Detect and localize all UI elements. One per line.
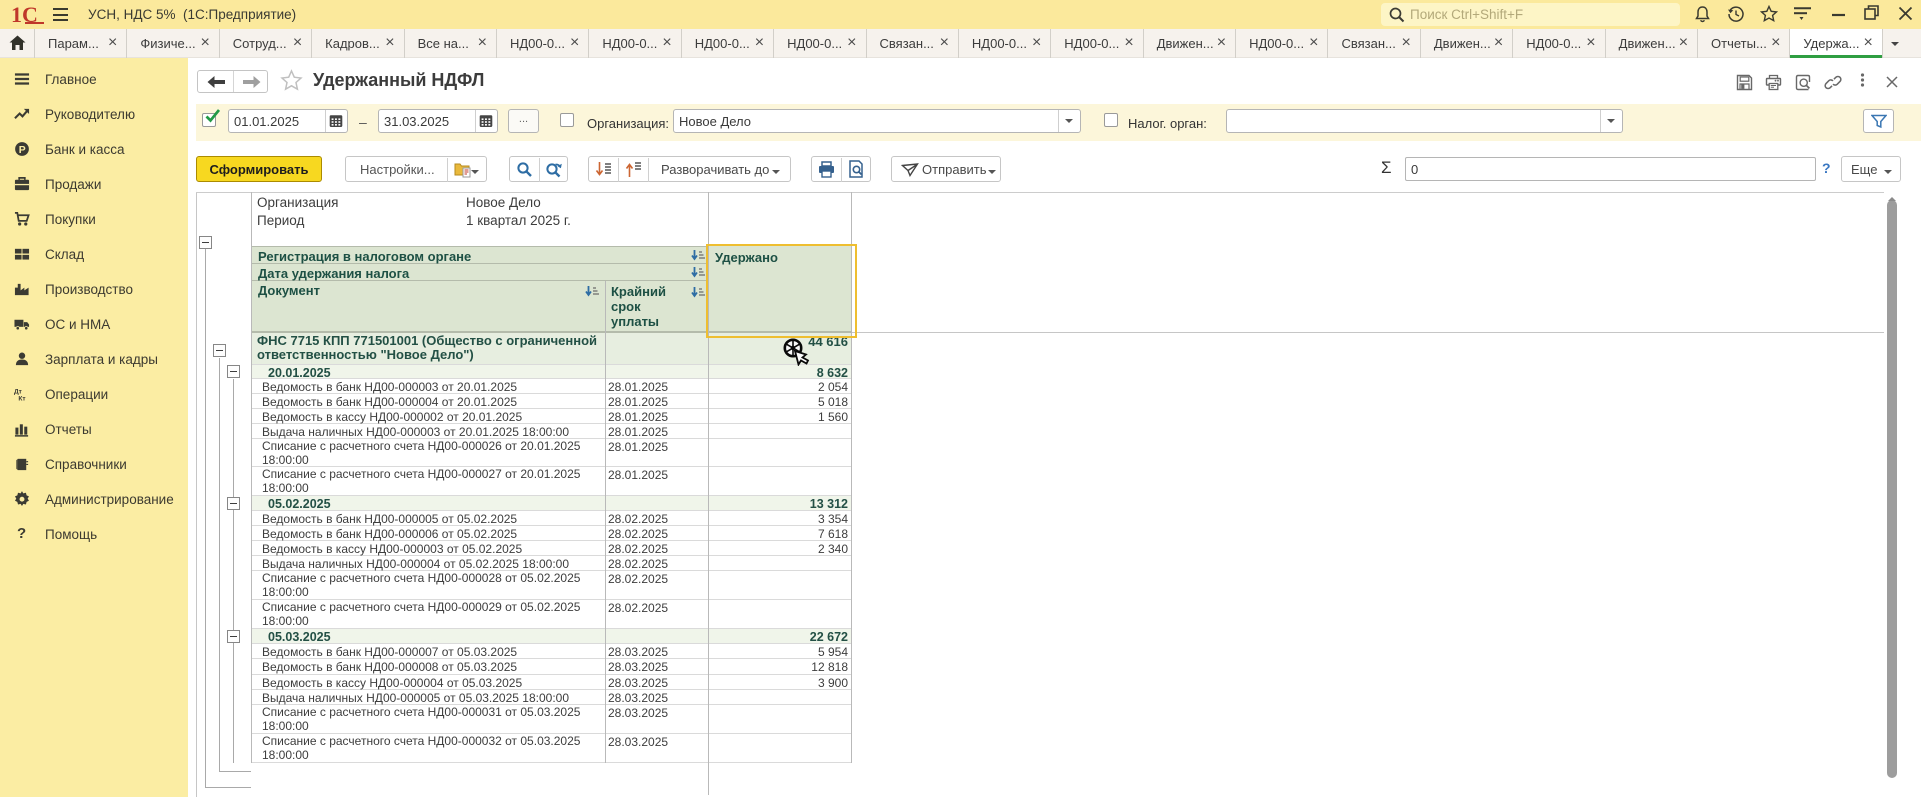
svg-text:Дт: Дт xyxy=(14,389,23,396)
svg-text:Кт: Кт xyxy=(18,395,26,402)
svg-text:Р: Р xyxy=(19,145,26,156)
